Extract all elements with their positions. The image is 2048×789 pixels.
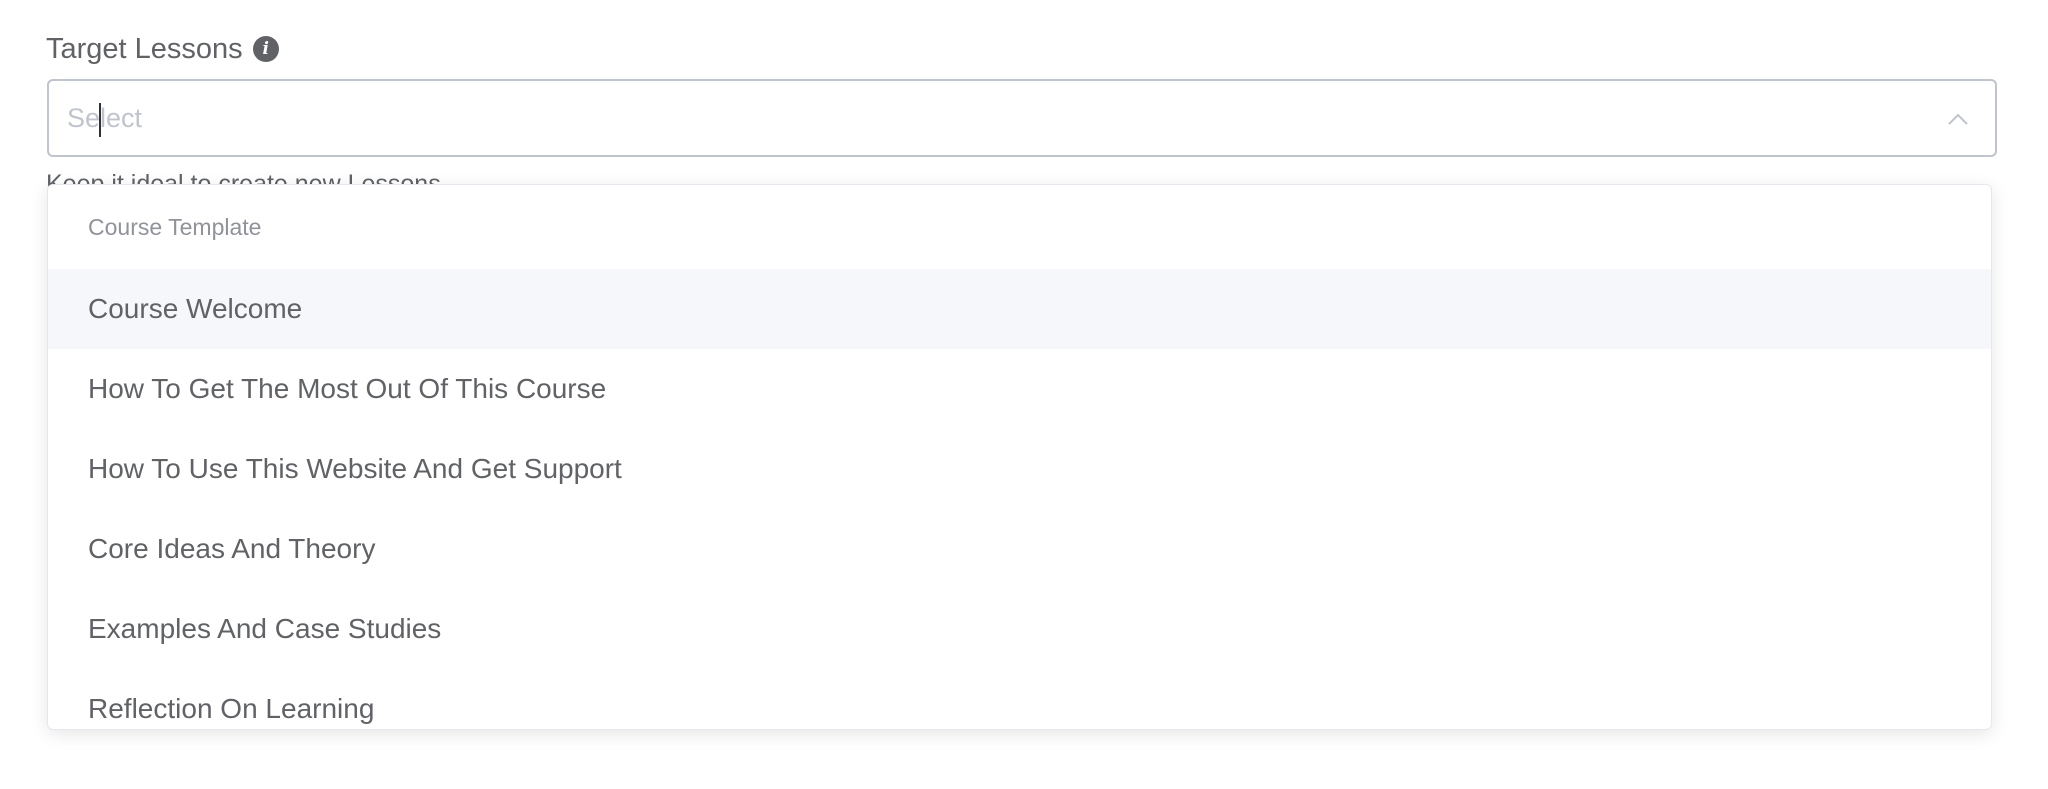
option-use-website[interactable]: How To Use This Website And Get Support [48,429,1991,509]
chevron-up-icon[interactable] [1947,109,1969,131]
info-icon[interactable]: i [252,36,279,62]
field-label-text: Target Lessons [46,32,243,65]
option-core-ideas[interactable]: Core Ideas And Theory [48,509,1991,589]
lessons-select[interactable]: Select [47,79,1997,157]
select-placeholder-end: lect [100,103,143,133]
option-get-most-out[interactable]: How To Get The Most Out Of This Course [48,349,1991,429]
option-reflection[interactable]: Reflection On Learning [48,669,1991,729]
option-examples[interactable]: Examples And Case Studies [48,589,1991,669]
option-group-title: Course Template [88,214,262,240]
field-label: Target Lessons i [46,26,279,72]
select-placeholder-start: Se [67,103,101,133]
select-dropdown: Course Template Course Welcome How To Ge… [47,184,1992,730]
select-input[interactable]: Select [67,81,142,155]
option-course-welcome[interactable]: Course Welcome [48,269,1991,349]
